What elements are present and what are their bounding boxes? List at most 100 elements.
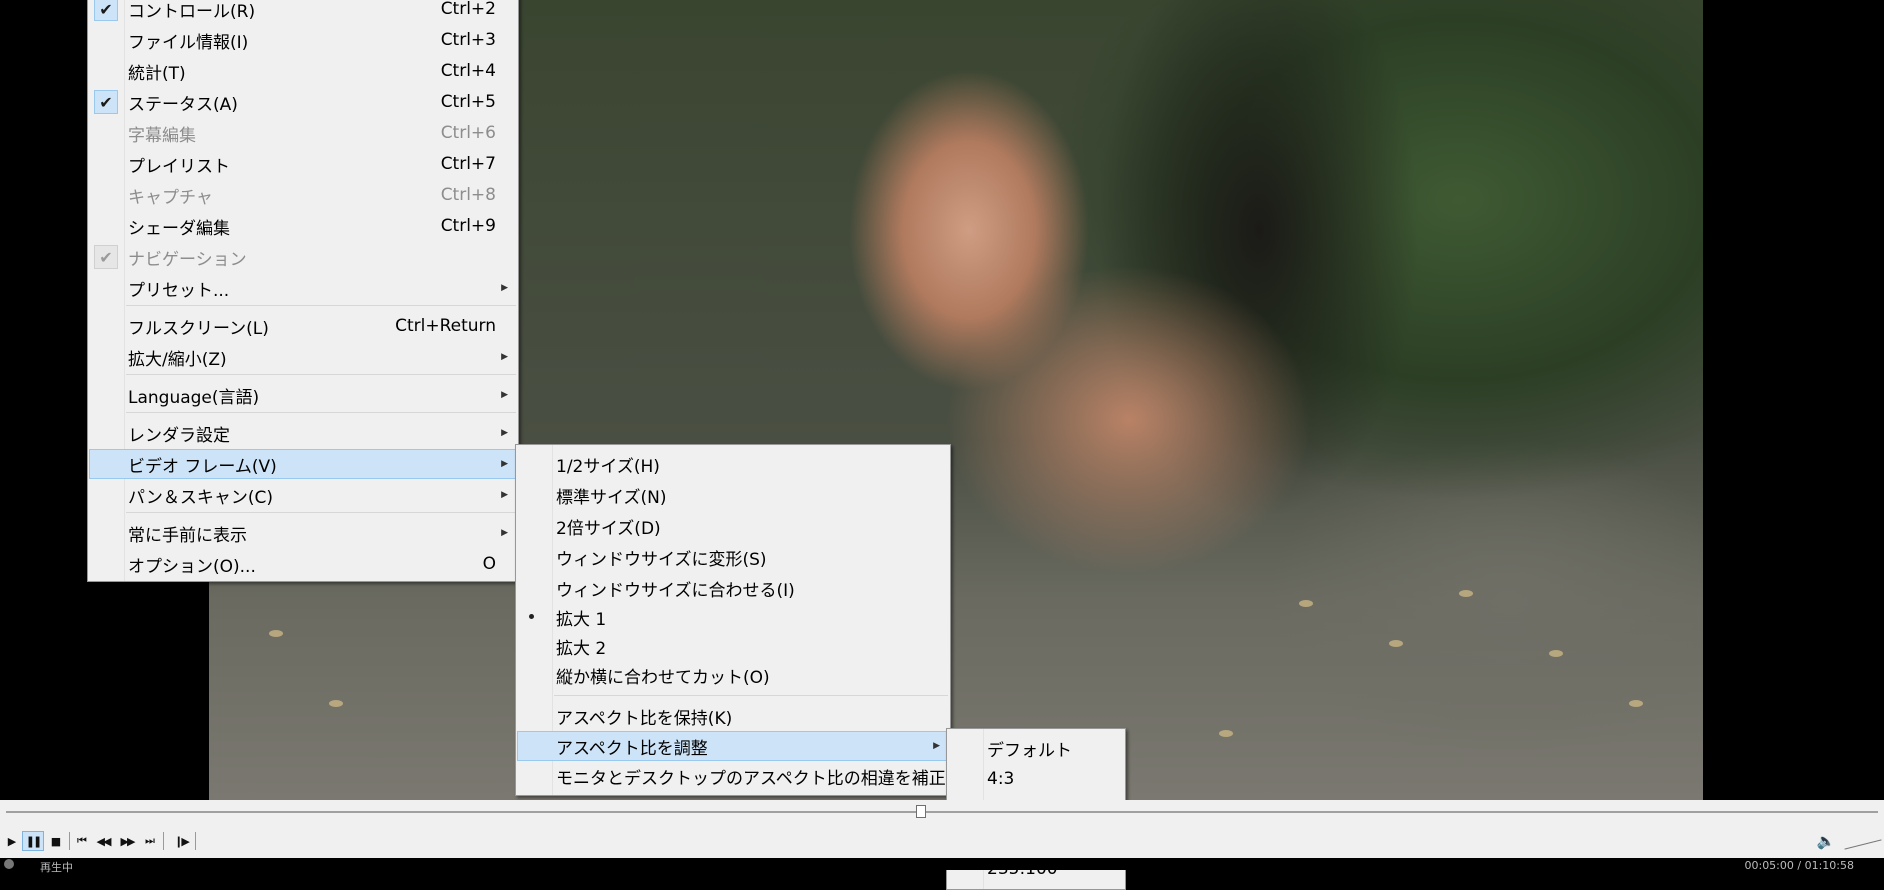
menu-item-label: モニタとデスクトップのアスペクト比の相違を補正 [556, 768, 946, 789]
decor-leaf [1549, 650, 1563, 657]
main-menu-item-6: キャプチャ Ctrl+8 [90, 181, 516, 209]
menu-item-label: 字幕編集 [128, 125, 196, 146]
menu-item-shortcut: O [482, 554, 496, 574]
vf-menu-item-4[interactable]: ウィンドウサイズに合わせる(I) [518, 574, 948, 602]
menu-separator [126, 374, 516, 375]
previous-button[interactable]: ⏮ [71, 832, 91, 850]
decor-leaf [329, 700, 343, 707]
menu-item-label: パン＆スキャン(C) [128, 487, 273, 508]
main-menu-item-0[interactable]: ✔ コントロール(R) Ctrl+2 [90, 0, 516, 23]
skip-forward-icon: ⏭ [145, 834, 155, 847]
vf-menu-item-5[interactable]: 拡大 1 [518, 603, 948, 631]
main-menu-item-16[interactable]: 常に手前に表示 ▶ [90, 519, 516, 547]
vf-menu-item-6[interactable]: 拡大 2 [518, 632, 948, 660]
menu-item-label: アスペクト比を保持(K) [556, 708, 733, 729]
menu-item-label: アスペクト比を調整 [556, 738, 708, 759]
main-menu-item-14[interactable]: ビデオ フレーム(V) ▶ [89, 449, 517, 479]
menu-item-label: ファイル情報(I) [128, 32, 249, 53]
menu-item-label: 縦か横に合わせてカット(O) [556, 667, 770, 688]
menu-item-label: プリセット... [128, 280, 230, 301]
menu-item-label: ウィンドウサイズに変形(S) [556, 549, 767, 570]
status-icon [4, 859, 14, 869]
fast-forward-button[interactable]: ▶▶ [117, 832, 137, 850]
menu-item-shortcut: Ctrl+5 [440, 92, 496, 112]
menu-item-label: 1/2サイズ(H) [556, 456, 660, 477]
vf-menu-item-8[interactable]: アスペクト比を保持(K) [518, 702, 948, 730]
menu-item-shortcut: Ctrl+4 [440, 61, 496, 81]
toolbar-separator [163, 832, 164, 850]
submenu-arrow-icon: ▶ [501, 390, 508, 400]
decor-leaf [1629, 700, 1643, 707]
vf-menu-item-2[interactable]: 2倍サイズ(D) [518, 512, 948, 540]
main-menu-item-17[interactable]: オプション(O)... O [90, 550, 516, 578]
main-menu-item-1[interactable]: ファイル情報(I) Ctrl+3 [90, 26, 516, 54]
menu-separator [126, 305, 516, 306]
menu-item-label: キャプチャ [128, 187, 213, 208]
decor-leaf [1389, 640, 1403, 647]
view-menu: ✔ コントロール(R) Ctrl+2 ファイル情報(I) Ctrl+3 統計(T) Ctrl… [87, 0, 519, 582]
seek-track[interactable] [6, 811, 1878, 813]
vf-menu-item-0[interactable]: 1/2サイズ(H) [518, 450, 948, 478]
toolbar-separator [69, 832, 70, 850]
main-menu-item-15[interactable]: パン＆スキャン(C) ▶ [90, 481, 516, 509]
aspect-menu-item-0[interactable]: デフォルト [949, 734, 1123, 762]
menu-separator [554, 695, 948, 696]
checkmark-icon: ✔ [94, 245, 118, 269]
pause-button[interactable]: ❚❚ [22, 831, 44, 851]
main-menu-item-3[interactable]: ✔ ステータス(A) Ctrl+5 [90, 88, 516, 116]
main-menu-item-13[interactable]: レンダラ設定 ▶ [90, 419, 516, 447]
play-icon: ▶ [7, 834, 17, 848]
menu-item-label: デフォルト [987, 740, 1072, 761]
vf-menu-item-9[interactable]: アスペクト比を調整 ▶ [517, 731, 949, 761]
menu-item-label: 4:3 [987, 769, 1015, 789]
menu-item-label: ステータス(A) [128, 94, 238, 115]
main-menu-item-10[interactable]: フルスクリーン(L) Ctrl+Return [90, 312, 516, 340]
menu-item-label: 標準サイズ(N) [556, 487, 667, 508]
frame-step-button[interactable]: ❙▶ [171, 832, 191, 850]
speaker-icon: 🔈 [1816, 832, 1836, 850]
next-button[interactable]: ⏭ [139, 832, 159, 850]
main-menu-item-12[interactable]: Language(言語) ▶ [90, 381, 516, 409]
decor-leaf [1459, 590, 1473, 597]
main-menu-item-9[interactable]: プリセット... ▶ [90, 274, 516, 302]
menu-item-label: 2倍サイズ(D) [556, 518, 661, 539]
decor-leaf [269, 630, 283, 637]
vf-menu-item-3[interactable]: ウィンドウサイズに変形(S) [518, 543, 948, 571]
menu-item-shortcut: Ctrl+7 [440, 154, 496, 174]
menu-item-label: コントロール(R) [128, 1, 256, 22]
menu-item-shortcut: Ctrl+8 [440, 185, 496, 205]
main-menu-item-2[interactable]: 統計(T) Ctrl+4 [90, 57, 516, 85]
stop-icon: ■ [50, 834, 62, 848]
menu-item-label: ビデオ フレーム(V) [128, 456, 277, 477]
vf-menu-item-7[interactable]: 縦か横に合わせてカット(O) [518, 661, 948, 689]
main-menu-item-5[interactable]: プレイリスト Ctrl+7 [90, 150, 516, 178]
submenu-arrow-icon: ▶ [501, 528, 508, 538]
submenu-arrow-icon: ▶ [501, 490, 508, 500]
submenu-arrow-icon: ▶ [501, 428, 508, 438]
menu-item-label: ウィンドウサイズに合わせる(I) [556, 580, 795, 601]
aspect-menu-item-1[interactable]: 4:3 [949, 765, 1123, 793]
frame-step-icon: ❙▶ [174, 834, 190, 848]
rewind-button[interactable]: ◀◀ [93, 832, 113, 850]
menu-separator [126, 412, 516, 413]
seek-thumb[interactable] [916, 805, 926, 818]
checkmark-icon: ✔ [94, 0, 118, 21]
checkmark-icon: ✔ [94, 90, 118, 114]
menu-item-label: ナビゲーション [128, 249, 247, 270]
vf-menu-item-10[interactable]: モニタとデスクトップのアスペクト比の相違を補正 [518, 762, 948, 790]
main-menu-item-11[interactable]: 拡大/縮小(Z) ▶ [90, 343, 516, 371]
main-menu-item-4: 字幕編集 Ctrl+6 [90, 119, 516, 147]
vf-menu-item-1[interactable]: 標準サイズ(N) [518, 481, 948, 509]
menu-item-label: 統計(T) [128, 63, 186, 84]
play-button[interactable]: ▶ [1, 832, 21, 850]
seek-bar[interactable] [0, 800, 1884, 824]
status-text: 再生中 [40, 861, 73, 874]
volume-slider[interactable] [1844, 839, 1882, 850]
main-menu-item-7[interactable]: シェーダ編集 Ctrl+9 [90, 212, 516, 240]
status-bar: 再生中 00:05:00 / 01:10:58 [0, 858, 1884, 874]
stop-button[interactable]: ■ [45, 832, 65, 850]
toolbar-separator [195, 832, 196, 850]
menu-item-label: フルスクリーン(L) [128, 318, 269, 339]
volume-icon[interactable]: 🔈 [1816, 832, 1836, 850]
menu-item-label: オプション(O)... [128, 556, 256, 577]
